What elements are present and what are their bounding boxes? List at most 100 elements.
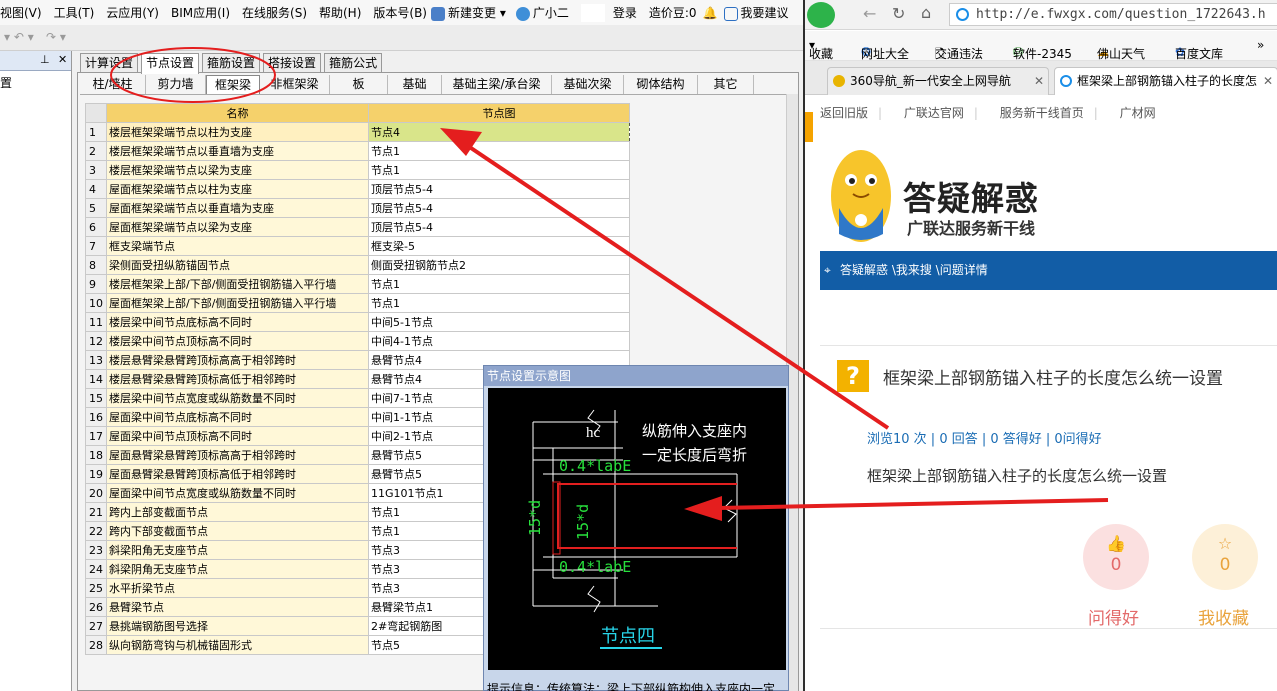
favorite-label[interactable]: 我收藏: [1198, 604, 1249, 629]
close-icon[interactable]: ✕: [58, 53, 67, 66]
tab-foundation-main-beam[interactable]: 基础主梁/承台梁: [442, 75, 552, 94]
component-tabs: 柱/墙柱 剪力墙 框架梁 非框架梁 板 基础 基础主梁/承台梁 基础次梁 砌体结…: [80, 75, 794, 95]
home-icon[interactable]: ⌂: [921, 3, 931, 22]
row-node-value[interactable]: 顶层节点5-4: [368, 179, 630, 199]
menu-view[interactable]: 视图(V): [0, 4, 42, 21]
breadcrumb-text[interactable]: 答疑解惑 \我来搜 \问题详情: [840, 263, 988, 277]
redo-icon[interactable]: ↷ ▾: [46, 30, 66, 44]
back-icon[interactable]: ←: [863, 4, 876, 23]
bell-icon[interactable]: 🔔: [703, 6, 718, 20]
table-row[interactable]: 4 屋面框架梁端节点以柱为支座 顶层节点5-4: [85, 179, 630, 199]
row-node-value[interactable]: 节点1: [368, 293, 630, 313]
table-row[interactable]: 11 楼层梁中间节点底标高不同时 中间5-1节点: [85, 312, 630, 332]
table-row[interactable]: 8 梁侧面受扭纵筋锚固节点 侧面受扭钢筋节点2: [85, 255, 630, 275]
tab-column-wallcol[interactable]: 柱/墙柱: [80, 75, 146, 94]
nav-material-site[interactable]: 广材网: [1120, 106, 1156, 120]
like-button[interactable]: 👍 0: [1083, 524, 1149, 590]
tab-stirrup-formula[interactable]: 箍筋公式: [324, 53, 383, 72]
tab-shear-wall[interactable]: 剪力墙: [146, 75, 206, 94]
table-row[interactable]: 9 楼层框架梁上部/下部/侧面受扭钢筋锚入平行墙 节点1: [85, 274, 630, 294]
table-row[interactable]: 3 楼层框架梁端节点以梁为支座 节点1: [85, 160, 630, 180]
menu-help[interactable]: 帮助(H): [319, 4, 361, 21]
tab-other[interactable]: 其它: [698, 75, 754, 94]
row-number: 3: [85, 160, 107, 180]
menu-tools[interactable]: 工具(T): [54, 4, 95, 21]
row-node-value[interactable]: 节点1: [368, 141, 630, 161]
table-row[interactable]: 2 楼层框架梁端节点以垂直墙为支座 节点1: [85, 141, 630, 161]
url-text: http://e.fwxgx.com/question_1722643.h: [976, 7, 1266, 22]
table-row[interactable]: 7 框支梁端节点 框支梁-5: [85, 236, 630, 256]
row-number: 23: [85, 540, 107, 560]
more-bookmarks-icon[interactable]: »: [1257, 38, 1264, 52]
row-node-value[interactable]: 顶层节点5-4: [368, 198, 630, 218]
bookmark-software-label: 软件-2345: [1013, 47, 1072, 61]
tab-foundation[interactable]: 基础: [388, 75, 442, 94]
inner-dim-label: 15*d: [574, 504, 592, 540]
login-link[interactable]: 登录: [613, 4, 637, 21]
note-line2: 一定长度后弯折: [642, 446, 747, 464]
menu-online[interactable]: 在线服务(S): [242, 4, 307, 21]
tab-foundation-secondary-beam[interactable]: 基础次梁: [552, 75, 624, 94]
address-bar[interactable]: http://e.fwxgx.com/question_1722643.h: [949, 3, 1277, 26]
row-node-value[interactable]: 中间5-1节点: [368, 312, 630, 332]
row-node-value[interactable]: 中间4-1节点: [368, 331, 630, 351]
assistant-icon: [515, 6, 530, 21]
favorite-count: 0: [1219, 555, 1231, 575]
guangxiaoer-label: 广小二: [532, 6, 569, 20]
nav-old-version[interactable]: 返回旧版: [820, 106, 868, 120]
suggest-button[interactable]: 我要建议: [723, 4, 789, 21]
menu-version[interactable]: 版本号(B): [373, 4, 427, 21]
browser-tab-360[interactable]: 360导航_新一代安全上网导航 ✕: [827, 67, 1049, 95]
hc-label: hc: [586, 425, 601, 441]
tab-calc-settings[interactable]: 计算设置: [80, 53, 139, 72]
table-corner: [85, 103, 107, 123]
like-label[interactable]: 问得好: [1088, 604, 1139, 629]
tab-nonframe-beam[interactable]: 非框架梁: [260, 75, 330, 94]
table-row[interactable]: 10 屋面框架梁上部/下部/侧面受扭钢筋锚入平行墙 节点1: [85, 293, 630, 313]
table-row[interactable]: 12 楼层梁中间节点顶标高不同时 中间4-1节点: [85, 331, 630, 351]
nav-service-home[interactable]: 服务新干线首页: [1000, 106, 1084, 120]
row-number: 13: [85, 350, 107, 370]
close-tab-icon[interactable]: ✕: [1034, 68, 1044, 94]
left-pane-item[interactable]: 置: [0, 74, 12, 91]
tab-stirrup-settings[interactable]: 箍筋设置: [202, 53, 261, 72]
new-change-button[interactable]: 新建变更 ▾: [431, 4, 506, 21]
settings-tabs: 计算设置 节点设置 箍筋设置 搭接设置 箍筋公式: [80, 53, 385, 74]
row-name: 梁侧面受扭纵筋锚固节点: [106, 255, 369, 275]
nav-glodon-site[interactable]: 广联达官网: [904, 106, 964, 120]
guangxiaoer-button[interactable]: 广小二: [515, 4, 569, 21]
row-node-value[interactable]: 节点1: [368, 160, 630, 180]
pin-icon[interactable]: ⊥: [40, 53, 50, 66]
row-node-value[interactable]: 顶层节点5-4: [368, 217, 630, 237]
row-node-value[interactable]: 框支梁-5: [368, 236, 630, 256]
tab-slab[interactable]: 板: [330, 75, 388, 94]
menu-bim[interactable]: BIM应用(I): [171, 4, 230, 21]
row-name: 屋面框架梁上部/下部/侧面受扭钢筋锚入平行墙: [106, 293, 369, 313]
table-row[interactable]: 5 屋面框架梁端节点以垂直墙为支座 顶层节点5-4: [85, 198, 630, 218]
question-icon: ?: [837, 360, 869, 392]
refresh-icon[interactable]: ↻: [892, 4, 905, 23]
favorite-button[interactable]: ☆ 0: [1192, 524, 1258, 590]
tab-node-settings[interactable]: 节点设置: [141, 53, 200, 74]
row-number: 17: [85, 426, 107, 446]
browser-logo-icon[interactable]: [807, 2, 835, 28]
browser-window: ← ↻ ⌂ http://e.fwxgx.com/question_172264…: [803, 0, 1277, 691]
new-change-label: 新建变更: [448, 6, 497, 20]
bookmark-favorites[interactable]: 收藏 ▾: [809, 38, 833, 61]
row-node-value[interactable]: 节点1: [368, 274, 630, 294]
rebar-settings-app: 视图(V) 工具(T) 云应用(Y) BIM应用(I) 在线服务(S) 帮助(H…: [0, 0, 803, 691]
tab-masonry[interactable]: 砌体结构: [624, 75, 698, 94]
anchor-bottom-label: 0.4*labE: [559, 558, 631, 576]
tab-lap-settings[interactable]: 搭接设置: [263, 53, 322, 72]
menu-cloud[interactable]: 云应用(Y): [106, 4, 159, 21]
table-row[interactable]: 1 楼层框架梁端节点以柱为支座 节点4: [85, 122, 630, 142]
table-row[interactable]: 6 屋面框架梁端节点以梁为支座 顶层节点5-4: [85, 217, 630, 237]
close-tab-icon[interactable]: ✕: [1263, 68, 1273, 94]
row-number: 4: [85, 179, 107, 199]
row-node-value[interactable]: 节点4: [368, 122, 630, 142]
row-node-value[interactable]: 侧面受扭钢筋节点2: [368, 255, 630, 275]
undo-icon[interactable]: ▾ ↶ ▾: [4, 30, 34, 44]
tab-frame-beam[interactable]: 框架梁: [206, 75, 260, 94]
browser-tab-question[interactable]: 框架梁上部钢筋锚入柱子的长度怎 ✕: [1054, 67, 1277, 95]
chat-icon: [723, 6, 738, 21]
